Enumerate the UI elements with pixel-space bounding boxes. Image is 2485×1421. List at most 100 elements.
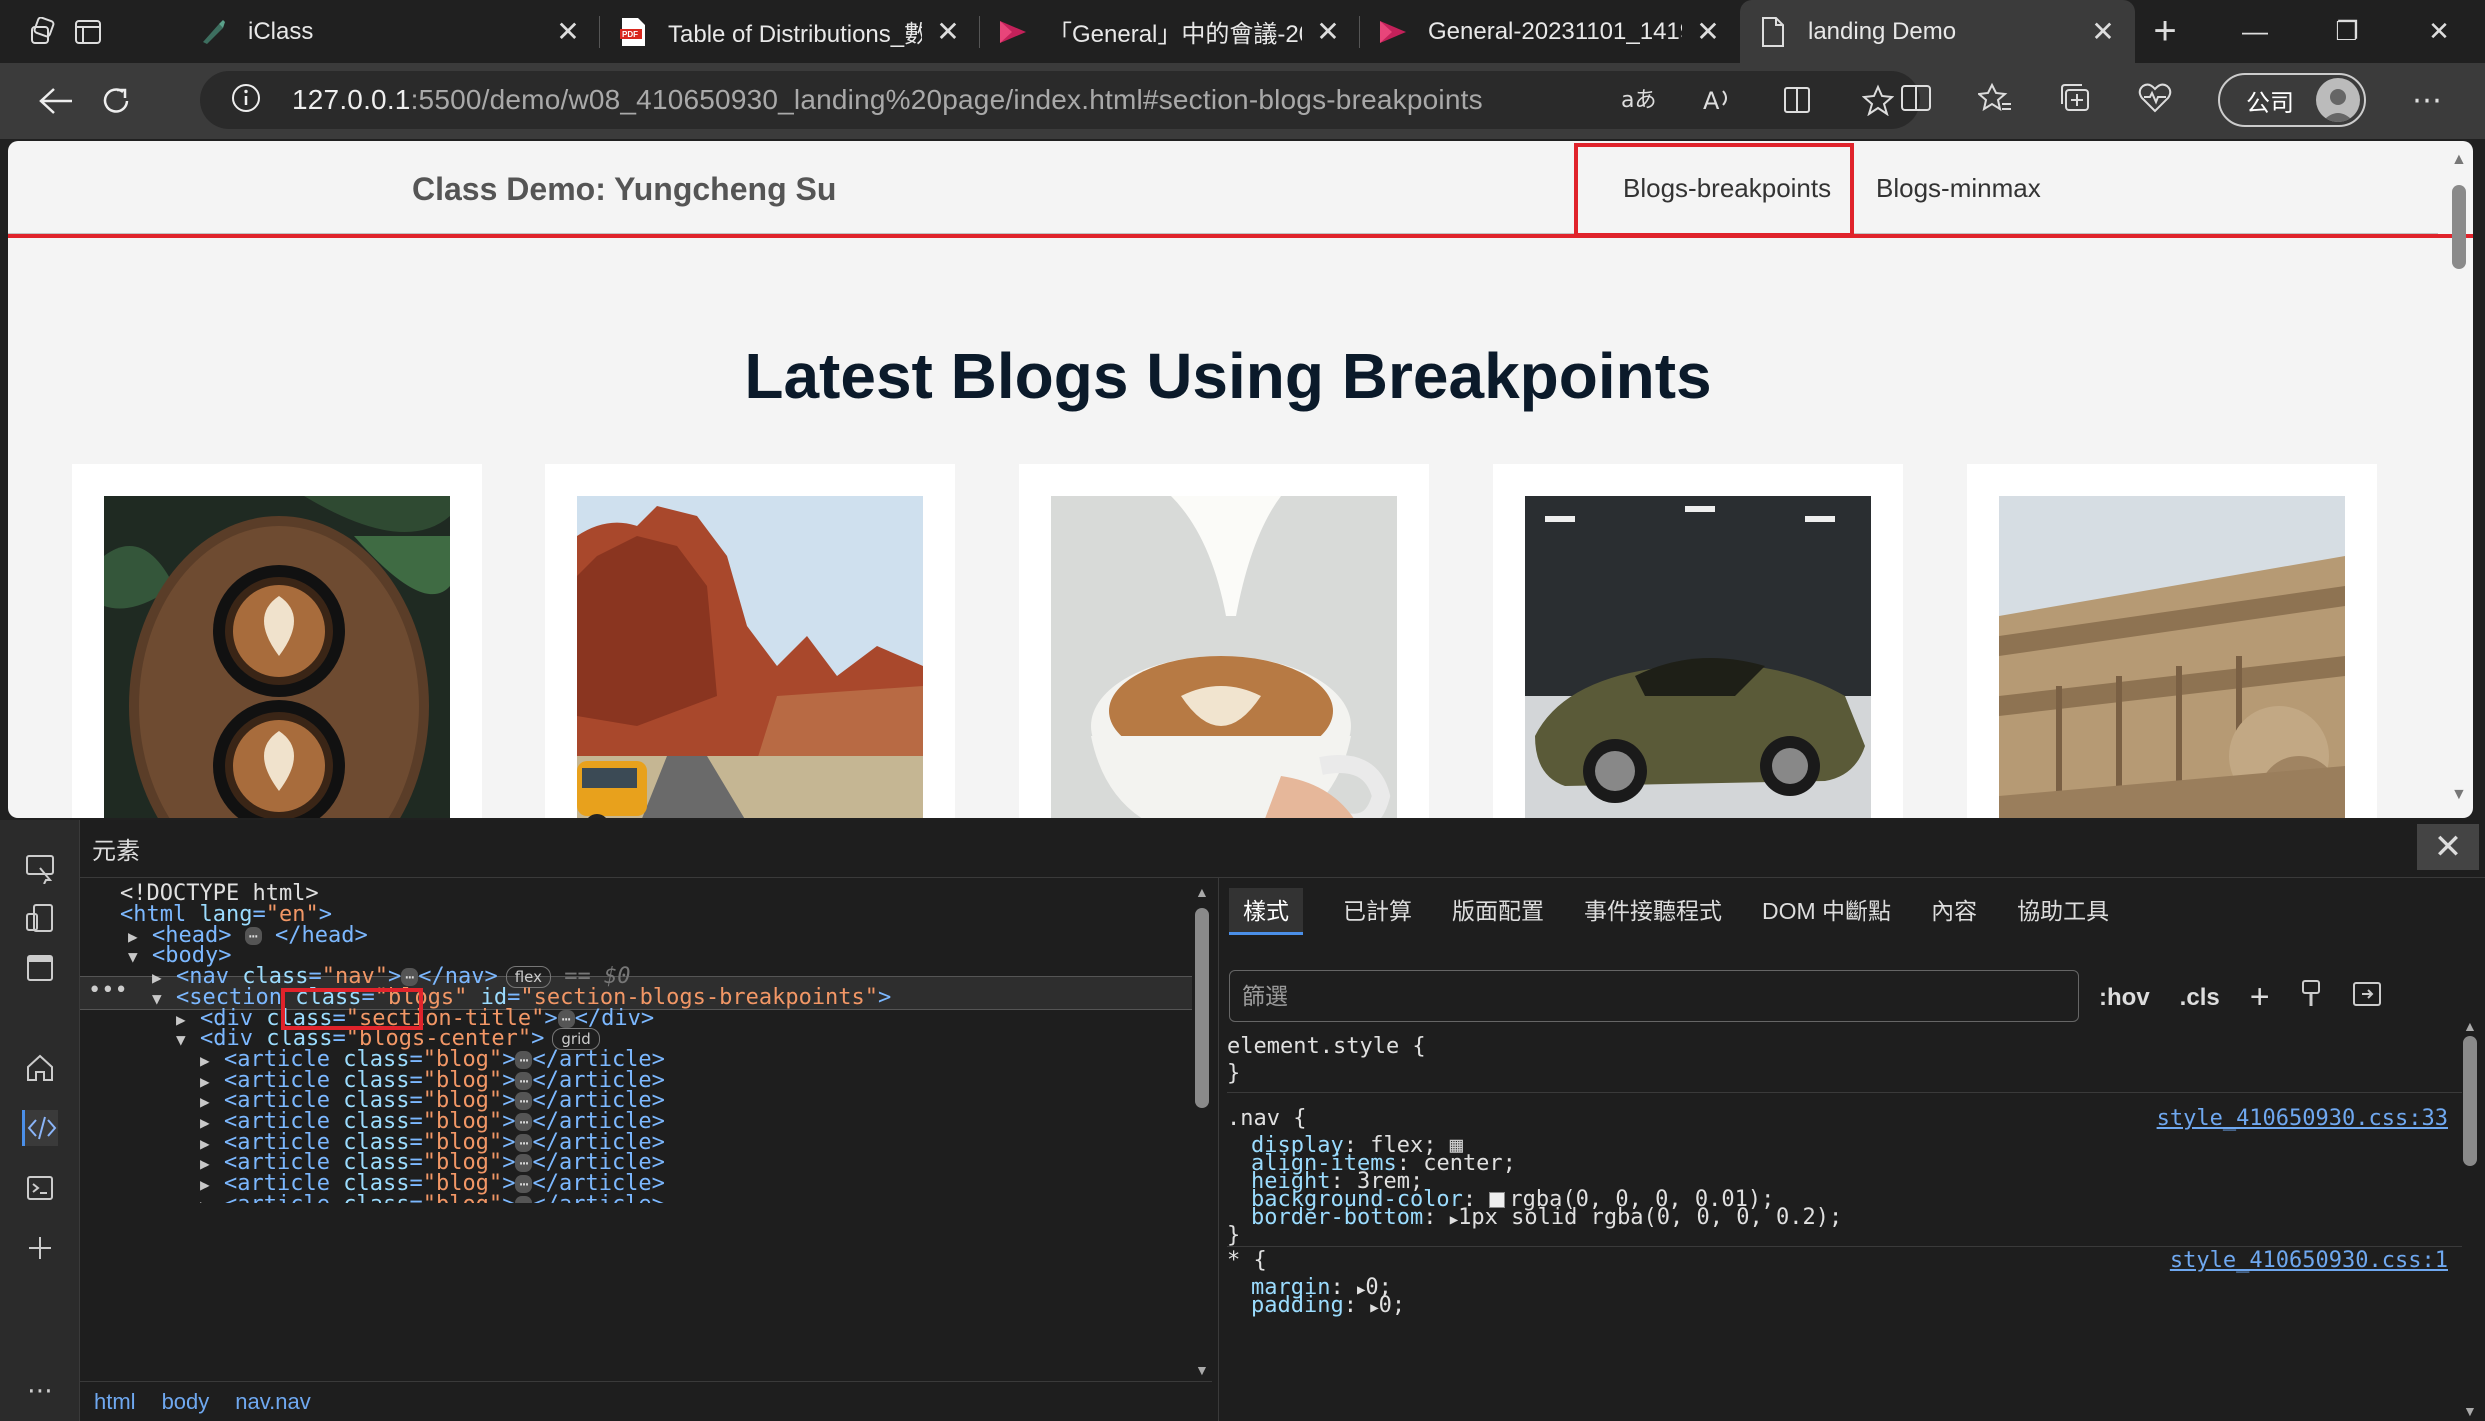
page-viewport: Class Demo: Yungcheng Su Blogs-breakpoin… <box>8 141 2473 818</box>
tab-dom-breakpoints[interactable]: DOM 中斷點 <box>1762 892 1891 935</box>
elements-scrollbar[interactable]: ▲ ▼ <box>1192 878 1212 1381</box>
tab-table-of-distributions[interactable]: PDF Table of Distributions_數 ✕ <box>600 0 980 63</box>
blog-card[interactable] <box>545 464 955 818</box>
read-aloud-icon[interactable]: A <box>1700 82 1736 118</box>
profile-button[interactable]: 公司 <box>2218 73 2366 127</box>
minimize-icon[interactable]: — <box>2209 0 2301 63</box>
translate-icon[interactable]: aあ <box>1620 82 1656 118</box>
restore-icon[interactable]: ❐ <box>2301 0 2393 63</box>
close-devtools-icon[interactable]: ✕ <box>2417 824 2479 870</box>
nav-rule-source-link[interactable]: style_410650930.css:33 <box>2157 1106 2448 1131</box>
breadcrumb-item[interactable]: nav.nav <box>235 1389 310 1415</box>
toggle-sidebar-icon[interactable] <box>2352 981 2382 1014</box>
tab-general-meeting[interactable]: 「General」中的會議-20 ✕ <box>980 0 1360 63</box>
scroll-up-icon[interactable]: ▲ <box>2451 151 2467 169</box>
favorite-star-icon[interactable] <box>1860 82 1896 118</box>
tab-layout[interactable]: 版面配置 <box>1452 892 1544 935</box>
tab-styles[interactable]: 樣式 <box>1229 888 1303 935</box>
toolbar-right-actions: 公司 ⋯ <box>1900 71 2442 129</box>
rule-element-style[interactable]: element.style { <box>1227 1034 1426 1059</box>
css-prop-border-bottom[interactable]: border-bottom: ▶1px solid rgba(0, 0, 0, … <box>1251 1205 1842 1230</box>
favorites-icon[interactable] <box>1976 82 2012 119</box>
styles-scrollbar[interactable]: ▲ ▼ <box>2455 1018 2485 1421</box>
split-screen-icon[interactable] <box>1900 83 1932 118</box>
styles-toolbar: :hov .cls + <box>2099 978 2382 1017</box>
blog-image-sports-car <box>1525 496 1871 818</box>
rule-universal-selector[interactable]: * { <box>1227 1248 1267 1273</box>
more-tools-icon[interactable]: ⋯ <box>22 1372 58 1408</box>
scroll-up-icon[interactable]: ▲ <box>1195 884 1209 900</box>
scroll-up-icon[interactable]: ▲ <box>2463 1018 2477 1034</box>
close-tab-icon[interactable]: ✕ <box>554 16 582 47</box>
breadcrumb-item[interactable]: html <box>94 1389 136 1415</box>
tab-actions-icon[interactable] <box>71 15 105 49</box>
inspect-element-icon[interactable] <box>22 850 58 886</box>
collections-icon[interactable] <box>2058 82 2092 119</box>
dom-node-article[interactable]: ▶<article class="blog">⋯</article> <box>200 1189 665 1203</box>
css-prop-padding[interactable]: padding: ▶0; <box>1251 1293 1405 1318</box>
scroll-down-icon[interactable]: ▼ <box>1195 1362 1209 1378</box>
cls-toggle[interactable]: .cls <box>2180 984 2220 1012</box>
tab-accessibility[interactable]: 協助工具 <box>2017 892 2109 935</box>
url-path: :5500/demo/w08_410650930_landing%20page/… <box>410 84 1483 115</box>
device-emulation-icon[interactable] <box>22 900 58 936</box>
back-icon[interactable] <box>26 71 86 131</box>
tab-label: 「General」中的會議-20 <box>1048 21 1302 48</box>
scroll-down-icon[interactable]: ▼ <box>2463 1403 2477 1419</box>
elements-tool-icon[interactable] <box>22 1110 58 1146</box>
blog-card[interactable] <box>72 464 482 818</box>
refresh-icon[interactable] <box>86 71 146 131</box>
profile-label: 公司 <box>2246 89 2294 117</box>
workspaces-icon[interactable] <box>26 15 60 49</box>
blog-card[interactable] <box>1967 464 2377 818</box>
new-rule-icon[interactable]: + <box>2250 978 2270 1017</box>
elements-scrollbar-thumb[interactable] <box>1195 908 1209 1108</box>
collapse-triangle-icon: ▼ <box>152 989 162 1008</box>
window-layout-icon[interactable] <box>22 950 58 986</box>
iclass-icon <box>198 17 228 47</box>
blog-card[interactable] <box>1493 464 1903 818</box>
address-bar[interactable]: 127.0.0.1:5500/demo/w08_410650930_landin… <box>200 71 1920 129</box>
blog-image-latte-art-overhead <box>104 496 450 818</box>
new-tab-button[interactable]: + <box>2135 0 2195 63</box>
page-scrollbar-thumb[interactable] <box>2452 185 2466 269</box>
styles-filter-input[interactable]: 篩選 <box>1229 970 2079 1022</box>
reading-view-icon[interactable] <box>1780 82 1816 118</box>
tab-event-listeners[interactable]: 事件接聽程式 <box>1584 892 1722 935</box>
node-actions-icon[interactable]: ••• <box>88 978 128 1003</box>
browser-essentials-icon[interactable] <box>2138 82 2172 119</box>
blog-card[interactable] <box>1019 464 1429 818</box>
tab-computed[interactable]: 已計算 <box>1343 892 1412 935</box>
rule-nav-selector[interactable]: .nav { <box>1227 1106 1306 1131</box>
tab-properties[interactable]: 內容 <box>1931 892 1977 935</box>
close-tab-icon[interactable]: ✕ <box>2089 16 2117 47</box>
add-tool-icon[interactable] <box>22 1230 58 1266</box>
console-tool-icon[interactable] <box>22 1170 58 1206</box>
highlight-nav-link-box <box>1574 143 1854 237</box>
tab-iclass[interactable]: iClass ✕ <box>180 0 600 63</box>
page-scrollbar[interactable]: ▲ ▼ <box>2443 141 2473 818</box>
welcome-home-icon[interactable] <box>22 1050 58 1086</box>
universal-rule-source-link[interactable]: style_410650930.css:1 <box>2170 1248 2448 1273</box>
collapse-triangle-icon: ▼ <box>128 947 138 966</box>
site-info-icon[interactable] <box>230 82 262 119</box>
tab-general-recording[interactable]: General-20231101_1419 ✕ <box>1360 0 1740 63</box>
dom-breadcrumb: html body nav.nav <box>80 1381 1212 1421</box>
close-tab-icon[interactable]: ✕ <box>1694 16 1722 47</box>
scroll-down-icon[interactable]: ▼ <box>2451 786 2467 804</box>
styles-scrollbar-thumb[interactable] <box>2463 1036 2477 1166</box>
more-menu-icon[interactable]: ⋯ <box>2412 83 2442 118</box>
hov-toggle[interactable]: :hov <box>2099 984 2150 1012</box>
tab-landing-demo[interactable]: landing Demo ✕ <box>1740 0 2135 63</box>
window-controls: — ❐ ✕ <box>2209 0 2485 63</box>
highlight-nav-box <box>8 141 2473 238</box>
close-tab-icon[interactable]: ✕ <box>1314 16 1342 47</box>
section-title: Latest Blogs Using Breakpoints <box>744 340 1712 412</box>
close-window-icon[interactable]: ✕ <box>2393 0 2485 63</box>
rule-close-brace: } <box>1227 1223 1241 1248</box>
styles-pane: 樣式 已計算 版面配置 事件接聽程式 DOM 中斷點 內容 協助工具 篩選 :h… <box>1218 878 2485 1421</box>
paint-brush-icon[interactable] <box>2300 979 2322 1016</box>
collapse-triangle-icon: ▼ <box>176 1030 186 1049</box>
breadcrumb-item[interactable]: body <box>162 1389 210 1415</box>
close-tab-icon[interactable]: ✕ <box>934 16 962 47</box>
